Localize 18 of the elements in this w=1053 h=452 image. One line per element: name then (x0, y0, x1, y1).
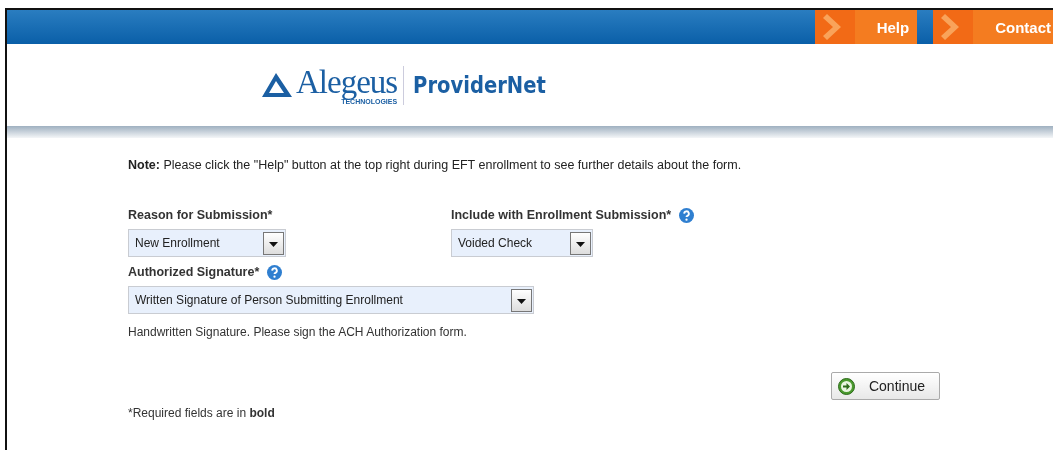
chevron-icon (814, 10, 855, 44)
continue-button[interactable]: Continue (830, 372, 940, 400)
chevron-icon (933, 10, 974, 44)
brand-name: Alegeus (296, 65, 398, 98)
dropdown[interactable]: Written Signature of Person Submitting Enrollment (128, 286, 534, 314)
arrow-icon (837, 377, 855, 395)
dropdown[interactable]: New Enrollment (128, 229, 286, 257)
logo-icon (262, 73, 292, 97)
product-name: ProviderNet (412, 72, 546, 98)
hint-text: Handwritten Signature. Please sign the ACH Authorization form. (128, 325, 468, 339)
field-label: Include with Enrollment Submission* (451, 208, 672, 222)
help-icon[interactable] (679, 207, 695, 223)
note-text: Note: Please click the "Help" button at the top right during EFT enrollment to see further details about the form. (128, 158, 743, 172)
field-label: Reason for Submission* (128, 208, 273, 222)
dropdown[interactable]: Voided Check (451, 229, 593, 257)
help-icon[interactable] (267, 264, 283, 280)
field-label: Authorized Signature* (128, 265, 260, 279)
footnote-text: *Required fields are in bold (128, 406, 276, 420)
